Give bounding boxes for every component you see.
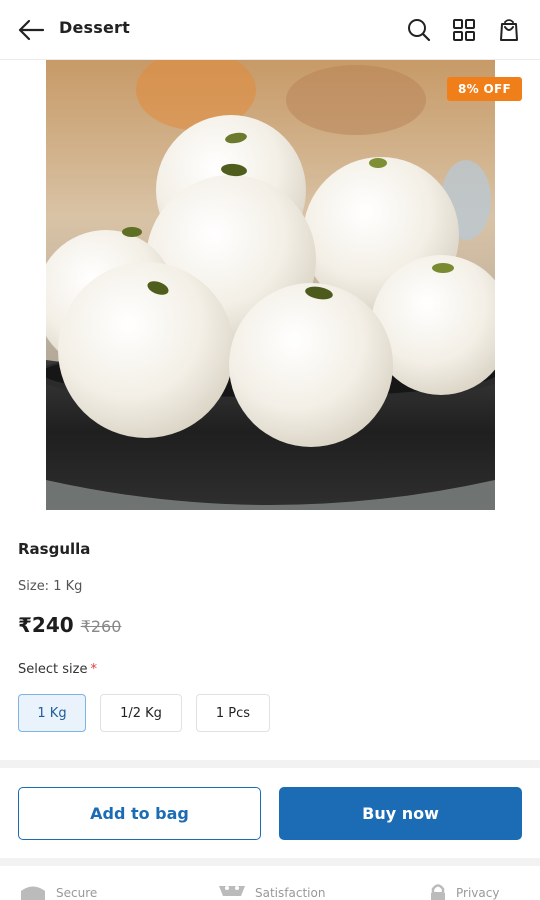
select-size-text: Select size [18,662,88,677]
cart-button[interactable] [493,14,525,46]
trust-secure: Secure [18,882,97,900]
add-to-bag-button[interactable]: Add to bag [18,787,261,840]
select-size-label: Select size * [18,662,97,677]
trust-secure-label: Secure [56,886,98,900]
page-title: Dessert [59,18,130,37]
search-button[interactable] [403,14,435,46]
section-divider [0,760,540,768]
price-row: ₹240 ₹260 [18,613,121,637]
trust-badges: Secure Satisfaction Privacy [0,882,540,900]
size-option-1kg[interactable]: 1 Kg [18,694,86,732]
discount-badge: 8% OFF [447,77,522,101]
secure-icon [21,886,45,900]
search-icon [408,19,431,42]
lock-icon [431,884,445,900]
buy-now-button[interactable]: Buy now [279,787,522,840]
section-divider-bottom [0,858,540,866]
trust-satisfaction-label: Satisfaction [255,886,326,900]
shopping-bag-icon [500,19,518,41]
product-name: Rasgulla [18,540,91,558]
product-image[interactable] [46,60,495,510]
size-option-half-kg[interactable]: 1/2 Kg [100,694,182,732]
grid-icon [453,19,475,41]
satisfaction-icon [219,886,245,896]
back-arrow-icon [18,19,45,41]
size-option-1pcs[interactable]: 1 Pcs [196,694,270,732]
trust-privacy: Privacy [428,882,499,900]
back-button[interactable] [14,14,48,46]
current-price: ₹240 [18,613,74,637]
trust-satisfaction: Satisfaction [217,882,325,900]
required-mark: * [90,662,97,677]
rasgulla-image [46,60,495,510]
product-size: Size: 1 Kg [18,579,83,594]
size-options: 1 Kg 1/2 Kg 1 Pcs [18,694,284,732]
trust-privacy-label: Privacy [456,886,500,900]
original-price: ₹260 [80,617,122,636]
categories-button[interactable] [448,14,480,46]
top-app-bar: Dessert [0,0,540,60]
